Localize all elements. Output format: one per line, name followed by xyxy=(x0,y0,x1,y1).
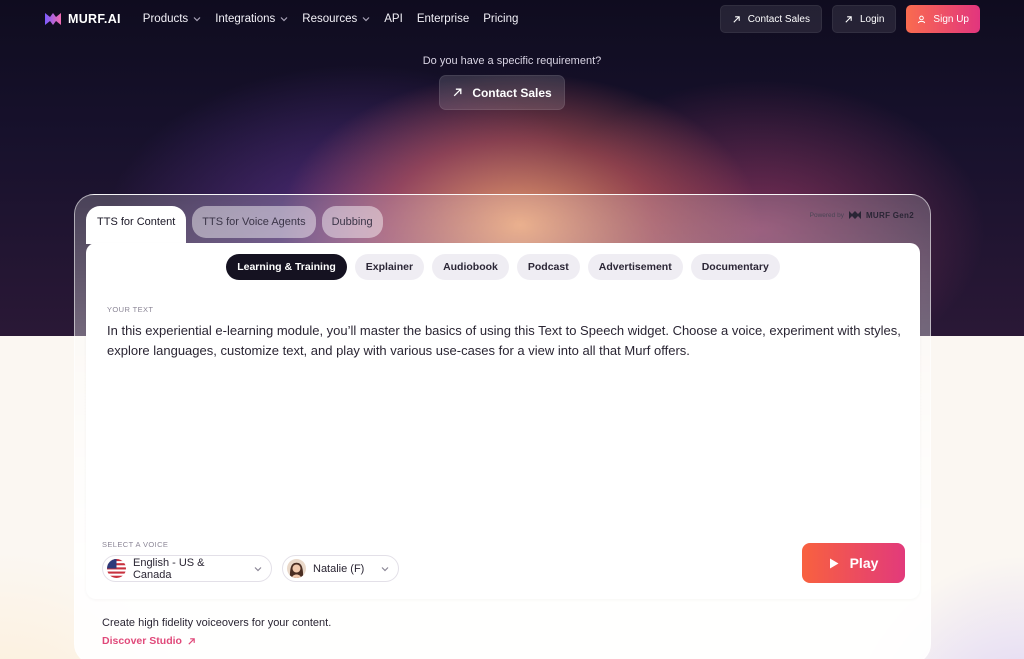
chevron-down-icon xyxy=(362,17,370,22)
nav-api-label: API xyxy=(384,13,403,25)
tts-widget: TTS for Content TTS for Voice Agents Dub… xyxy=(74,194,931,659)
nav-resources-label: Resources xyxy=(302,13,358,25)
discover-studio-link[interactable]: Discover Studio xyxy=(102,635,196,647)
avatar-icon xyxy=(287,559,306,578)
top-nav: MURF.AI Products Integrations Resources … xyxy=(0,0,1024,38)
nav-actions: Contact Sales Login Sign Up xyxy=(719,5,980,33)
user-icon xyxy=(918,15,926,23)
chip-podcast[interactable]: Podcast xyxy=(516,254,580,280)
powered-by: Powered by MURF Gen2 xyxy=(810,210,914,220)
language-select[interactable]: English - US & Canada xyxy=(102,555,272,582)
signup-label: Sign Up xyxy=(933,13,969,25)
contact-sales-button[interactable]: Contact Sales xyxy=(719,5,822,33)
chip-learning-training[interactable]: Learning & Training xyxy=(226,254,347,280)
tab-tts-content[interactable]: TTS for Content xyxy=(86,206,187,244)
chevron-down-icon xyxy=(280,17,288,22)
nav-links: Products Integrations Resources API Ente… xyxy=(143,13,519,25)
nav-pricing[interactable]: Pricing xyxy=(483,13,518,25)
play-button[interactable]: Play xyxy=(802,543,905,583)
chevron-down-icon xyxy=(254,566,262,571)
arrow-up-right-icon xyxy=(454,88,462,97)
tts-text-input[interactable]: In this experiential e-learning module, … xyxy=(107,321,907,361)
select-voice-label: SELECT A VOICE xyxy=(102,540,169,549)
arrow-up-right-icon xyxy=(845,15,852,23)
use-case-chips: Learning & Training Explainer Audiobook … xyxy=(86,254,920,280)
arrow-up-right-icon xyxy=(733,15,740,23)
your-text-label: YOUR TEXT xyxy=(107,305,154,314)
nav-integrations-label: Integrations xyxy=(215,13,276,25)
nav-integrations[interactable]: Integrations xyxy=(215,13,288,25)
login-button[interactable]: Login xyxy=(831,5,897,33)
brand-name: MURF.AI xyxy=(68,12,121,26)
nav-enterprise[interactable]: Enterprise xyxy=(417,13,469,25)
footer-tagline: Create high fidelity voiceovers for your… xyxy=(102,617,332,629)
voice-value: Natalie (F) xyxy=(313,562,365,575)
nav-enterprise-label: Enterprise xyxy=(416,13,470,25)
nav-resources[interactable]: Resources xyxy=(302,13,370,25)
hero-contact-sales-button[interactable]: Contact Sales xyxy=(439,75,565,110)
arrow-up-right-icon xyxy=(188,637,195,645)
play-label: Play xyxy=(849,555,879,571)
nav-products-label: Products xyxy=(142,13,189,25)
chevron-down-icon xyxy=(193,17,201,22)
tab-tts-voice-agents[interactable]: TTS for Voice Agents xyxy=(192,206,316,238)
voice-select[interactable]: Natalie (F) xyxy=(282,555,399,582)
chip-explainer[interactable]: Explainer xyxy=(354,254,425,280)
hero-contact-sales-label: Contact Sales xyxy=(472,85,552,100)
tab-dubbing[interactable]: Dubbing xyxy=(321,206,383,238)
murf-logo[interactable]: MURF.AI xyxy=(44,11,121,27)
murf-logo-icon xyxy=(45,13,61,25)
murf-gen2-logo-icon xyxy=(848,211,861,219)
powered-by-label: Powered by xyxy=(809,211,844,219)
us-flag-icon xyxy=(107,559,126,578)
discover-studio-label: Discover Studio xyxy=(102,635,182,647)
chip-audiobook[interactable]: Audiobook xyxy=(432,254,509,280)
chip-documentary[interactable]: Documentary xyxy=(690,254,780,280)
nav-api[interactable]: API xyxy=(384,13,403,25)
tts-card: Learning & Training Explainer Audiobook … xyxy=(86,243,920,599)
play-icon xyxy=(829,558,839,568)
engine-name: MURF Gen2 xyxy=(865,210,914,220)
signup-button[interactable]: Sign Up xyxy=(906,5,980,33)
nav-pricing-label: Pricing xyxy=(483,13,519,25)
nav-products[interactable]: Products xyxy=(143,13,201,25)
contact-sales-label: Contact Sales xyxy=(747,13,810,25)
login-label: Login xyxy=(859,13,885,25)
language-value: English - US & Canada xyxy=(132,556,205,581)
chip-advertisement[interactable]: Advertisement xyxy=(587,254,683,280)
widget-tabs: TTS for Content TTS for Voice Agents Dub… xyxy=(86,206,383,244)
chevron-down-icon xyxy=(381,566,389,571)
requirement-question: Do you have a specific requirement? xyxy=(422,55,602,67)
